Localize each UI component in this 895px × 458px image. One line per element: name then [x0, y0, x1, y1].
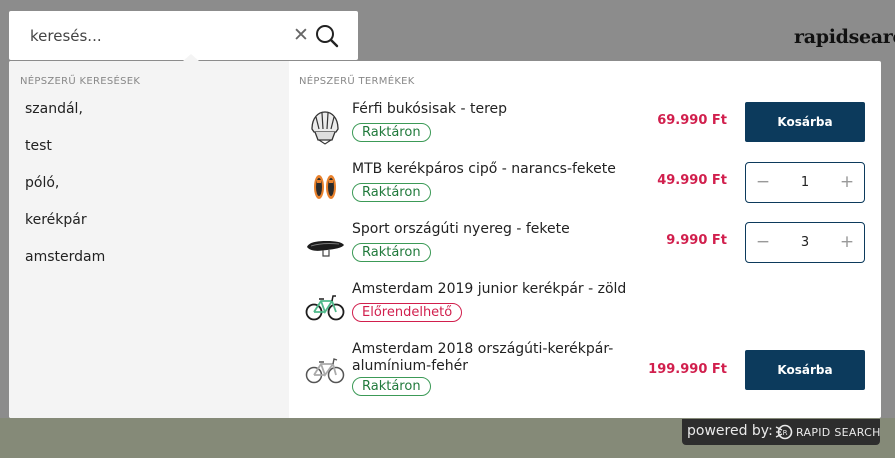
rapid-search-logo-icon: R: [775, 424, 793, 440]
increase-quantity-button[interactable]: +: [830, 163, 864, 202]
decrease-quantity-button[interactable]: −: [746, 223, 780, 262]
stock-badge: Raktáron: [352, 123, 431, 142]
helmet-thumbnail[interactable]: [305, 107, 345, 147]
product-item: Amsterdam 2018 országúti-kerékpár-alumín…: [289, 341, 881, 397]
increase-quantity-button[interactable]: +: [830, 223, 864, 262]
search-icon[interactable]: [315, 24, 339, 48]
close-icon[interactable]: ✕: [292, 25, 310, 45]
powered-by-brand: RAPID SEARCH: [796, 426, 881, 439]
product-name[interactable]: Sport országúti nyereg - fekete: [352, 221, 652, 238]
stock-badge: Raktáron: [352, 243, 431, 262]
product-name[interactable]: Amsterdam 2019 junior kerékpár - zöld: [352, 281, 652, 298]
popular-searches-title: NÉPSZERŰ KERESÉSEK: [20, 76, 141, 87]
search-suggestion[interactable]: amsterdam: [25, 249, 105, 265]
stock-badge: Raktáron: [352, 183, 431, 202]
product-price: 49.990 Ft: [657, 173, 727, 188]
quantity-stepper: − +: [745, 162, 865, 203]
popular-products: NÉPSZERŰ TERMÉKEK Férfi bukósisak - tere…: [289, 61, 881, 418]
product-price: 69.990 Ft: [657, 113, 727, 128]
stock-badge: Raktáron: [352, 377, 431, 396]
search-dropdown: NÉPSZERŰ KERESÉSEK szandál, test póló, k…: [9, 61, 881, 418]
product-item: Férfi bukósisak - terep Raktáron 69.990 …: [289, 101, 881, 157]
product-name[interactable]: MTB kerékpáros cipő - narancs-fekete: [352, 161, 652, 178]
product-item: Sport országúti nyereg - fekete Raktáron…: [289, 221, 881, 277]
svg-text:R: R: [783, 429, 788, 437]
powered-by-bar[interactable]: powered by: R RAPID SEARCH: [682, 419, 880, 445]
search-suggestion[interactable]: test: [25, 138, 52, 154]
brand-logo[interactable]: rapidsearc: [794, 26, 895, 48]
search-input[interactable]: [9, 11, 279, 60]
product-item: MTB kerékpáros cipő - narancs-fekete Rak…: [289, 161, 881, 217]
add-to-cart-button[interactable]: Kosárba: [745, 102, 865, 142]
product-price: 9.990 Ft: [666, 233, 727, 248]
bike-thumbnail[interactable]: [305, 287, 345, 327]
search-suggestion[interactable]: póló,: [25, 175, 59, 191]
product-item: Amsterdam 2019 junior kerékpár - zöld El…: [289, 281, 881, 337]
popular-products-title: NÉPSZERŰ TERMÉKEK: [299, 76, 415, 87]
quantity-stepper: − +: [745, 222, 865, 263]
quantity-input[interactable]: [780, 163, 830, 202]
powered-by-label: powered by:: [687, 423, 773, 439]
bike-thumbnail[interactable]: [305, 347, 345, 387]
quantity-input[interactable]: [780, 223, 830, 262]
add-to-cart-button[interactable]: Kosárba: [745, 350, 865, 390]
dropdown-caret: [183, 54, 199, 61]
preorder-badge: Előrendelhető: [352, 303, 463, 322]
search-suggestion[interactable]: szandál,: [25, 101, 83, 117]
search-box: ✕: [9, 11, 358, 60]
product-name[interactable]: Férfi bukósisak - terep: [352, 101, 652, 118]
product-name[interactable]: Amsterdam 2018 országúti-kerékpár-alumín…: [352, 341, 652, 375]
product-price: 199.990 Ft: [648, 362, 727, 377]
shoes-thumbnail[interactable]: [305, 167, 345, 207]
popular-searches: NÉPSZERŰ KERESÉSEK szandál, test póló, k…: [9, 61, 289, 418]
search-suggestion[interactable]: kerékpár: [25, 212, 87, 228]
decrease-quantity-button[interactable]: −: [746, 163, 780, 202]
saddle-thumbnail[interactable]: [305, 227, 345, 267]
